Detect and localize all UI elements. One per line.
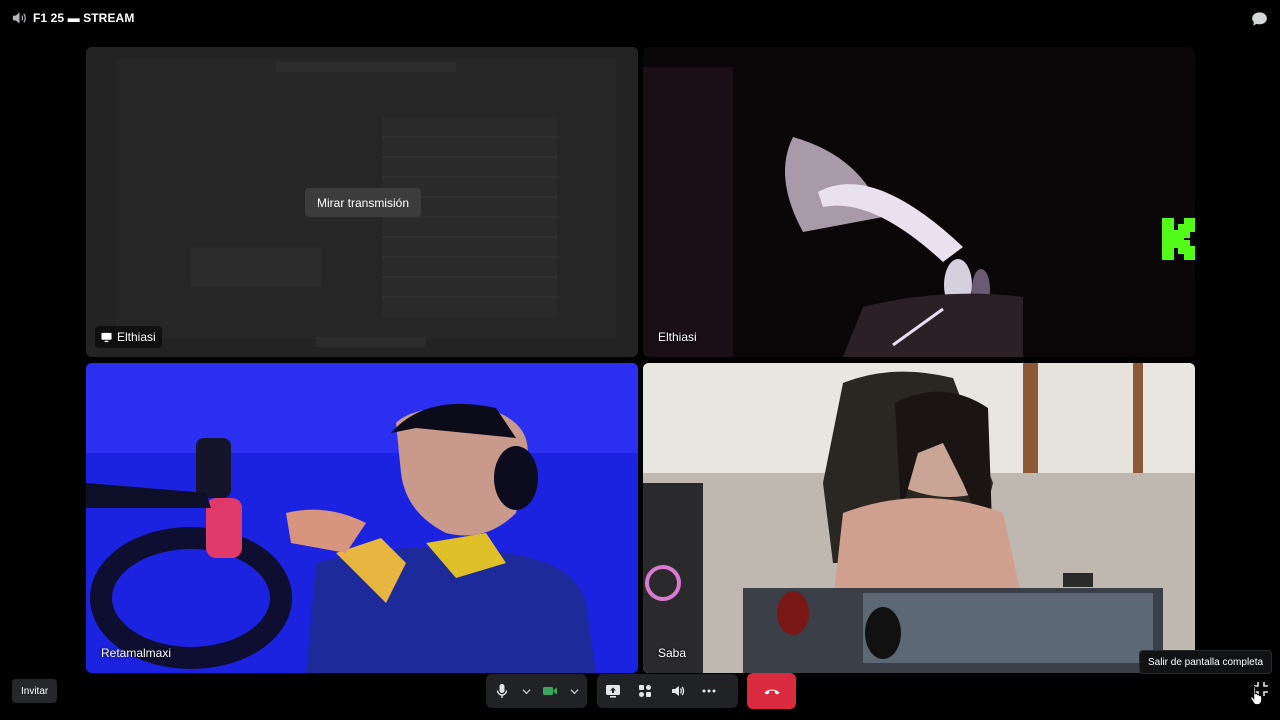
participant-name: Elthiasi [117,330,156,344]
top-bar: F1 25 ▬ STREAM [0,0,1280,36]
microphone-button[interactable] [486,675,518,707]
chat-bubble-icon[interactable] [1251,11,1268,27]
participant-name: Retamalmaxi [101,646,172,660]
participant-name-tag: Retamalmaxi [95,642,177,664]
hang-up-icon [764,689,779,695]
microphone-options-button[interactable] [518,675,534,707]
video-tile-elthiasi[interactable]: 15 Elthiasi [643,47,1195,357]
camera-feed [643,363,1195,673]
camera-button[interactable] [534,675,566,707]
activities-button[interactable] [629,675,661,707]
activity-controls [597,674,738,708]
rocket-activities-icon [639,685,651,697]
av-controls [486,674,587,708]
channel-title: F1 25 ▬ STREAM [33,11,135,25]
watch-stream-button[interactable]: Mirar transmisión [305,188,422,217]
mouse-cursor-icon [1250,686,1263,705]
stream-tile-screenshare[interactable]: Mirar transmisión Elthiasi [86,47,638,357]
soundboard-button[interactable] [661,675,693,707]
speaker-icon[interactable] [12,11,27,25]
chevron-down-icon [569,688,579,694]
participant-name-tag: Elthiasi [95,326,162,348]
screen-share-icon [606,685,620,698]
share-screen-button[interactable] [597,675,629,707]
k15-overlay: 15 [1162,217,1195,261]
participant-name: Elthiasi [658,330,697,344]
camera-feed [86,363,638,673]
invite-button[interactable]: Invitar [12,679,58,703]
camera-options-button[interactable] [566,675,582,707]
chevron-down-icon [521,688,531,694]
more-dots-icon [702,689,716,693]
microphone-icon [496,684,508,698]
video-camera-icon [543,687,557,695]
exit-fullscreen-tooltip: Salir de pantalla completa [1139,650,1273,674]
participant-name-tag: Saba [652,642,692,664]
video-tile-retamalmaxi[interactable]: Retamalmaxi [86,363,638,673]
screen-share-icon [101,332,112,342]
disconnect-button[interactable] [747,673,796,709]
kick-logo-icon [1162,218,1195,260]
camera-feed [643,47,1195,357]
participant-name: Saba [658,646,687,660]
more-options-button[interactable] [693,675,725,707]
participant-name-tag: Elthiasi [652,326,703,348]
soundboard-icon [672,686,685,696]
video-tile-saba[interactable]: Saba [643,363,1195,673]
